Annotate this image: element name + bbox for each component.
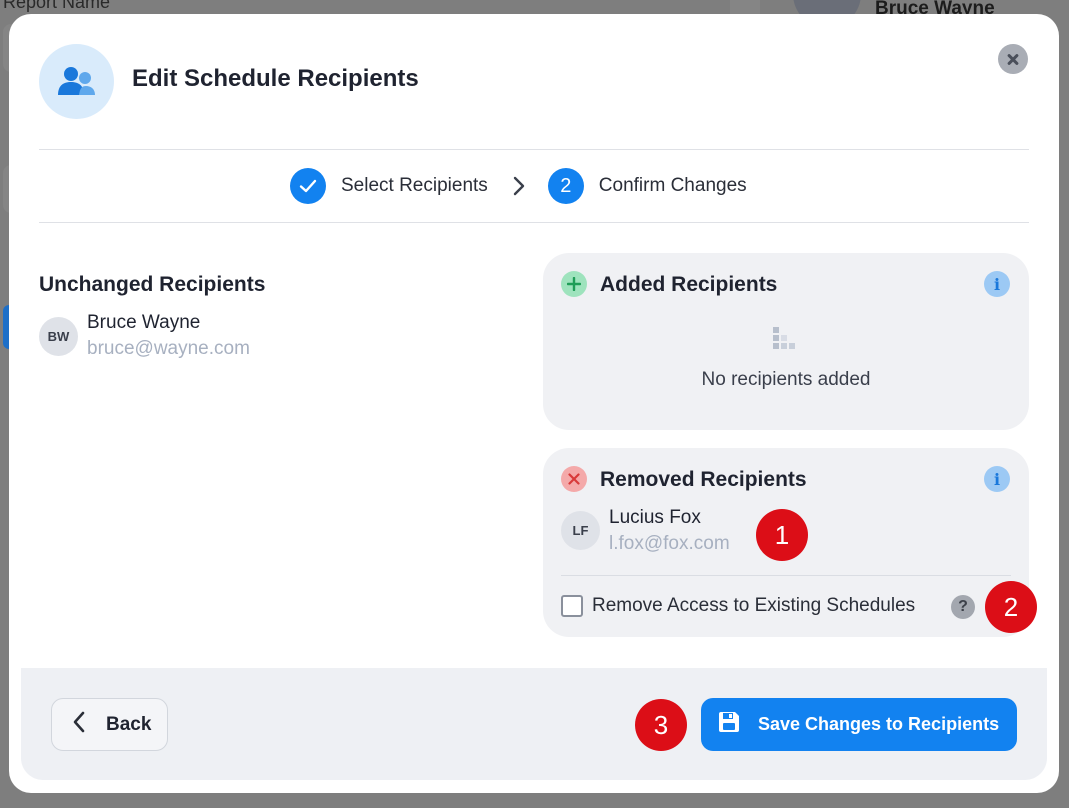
- close-button[interactable]: [998, 44, 1028, 74]
- recipient-email: bruce@wayne.com: [87, 338, 250, 359]
- removed-card-divider: [561, 575, 1011, 576]
- x-circle-icon: [561, 466, 587, 492]
- plus-circle-icon: [561, 271, 587, 297]
- stepper: Select Recipients 2 Confirm Changes: [290, 167, 747, 205]
- chevron-left-icon: [72, 710, 86, 740]
- added-recipients-title: Added Recipients: [600, 273, 778, 296]
- report-name-label: Report Name: [3, 0, 111, 12]
- step-1-label: Select Recipients: [341, 175, 488, 196]
- avatar: LF: [561, 511, 600, 550]
- help-icon[interactable]: ?: [951, 595, 975, 619]
- modal-footer: Back Save Changes to Recipients: [21, 668, 1047, 780]
- header-divider: [39, 149, 1029, 150]
- remove-access-checkbox[interactable]: [561, 595, 583, 617]
- avatar: BW: [39, 317, 78, 356]
- info-icon[interactable]: i: [984, 466, 1010, 492]
- unchanged-recipients-title: Unchanged Recipients: [39, 273, 266, 296]
- background-panel: [730, 0, 760, 14]
- modal-title: Edit Schedule Recipients: [132, 65, 419, 92]
- stepper-divider: [39, 222, 1029, 223]
- added-recipients-card: Added Recipients i No recipients added: [543, 253, 1029, 430]
- recipient-name: Bruce Wayne: [87, 312, 201, 333]
- step-2-number: 2: [547, 168, 584, 204]
- chevron-right-icon: [512, 175, 526, 197]
- edit-recipients-modal: Edit Schedule Recipients Select Recipien…: [9, 14, 1059, 793]
- marker-1: 1: [756, 509, 808, 561]
- back-button-label: Back: [106, 713, 152, 735]
- empty-state-text: No recipients added: [701, 369, 871, 390]
- back-button[interactable]: Back: [51, 698, 168, 751]
- save-button-label: Save Changes to Recipients: [758, 714, 1000, 734]
- info-icon[interactable]: i: [984, 271, 1010, 297]
- empty-state-icon: [772, 327, 802, 360]
- marker-3: 3: [635, 699, 687, 751]
- removed-recipients-title: Removed Recipients: [600, 468, 807, 491]
- save-changes-button[interactable]: Save Changes to Recipients: [701, 698, 1017, 751]
- floppy-disk-icon: [717, 710, 741, 739]
- step-1-check-icon: [290, 168, 326, 204]
- marker-2: 2: [985, 581, 1037, 633]
- recipient-name: Lucius Fox: [609, 507, 701, 528]
- remove-access-label: Remove Access to Existing Schedules: [592, 595, 916, 616]
- recipient-email: l.fox@fox.com: [609, 533, 730, 554]
- step-2-label: Confirm Changes: [598, 175, 747, 196]
- users-icon: [39, 44, 114, 119]
